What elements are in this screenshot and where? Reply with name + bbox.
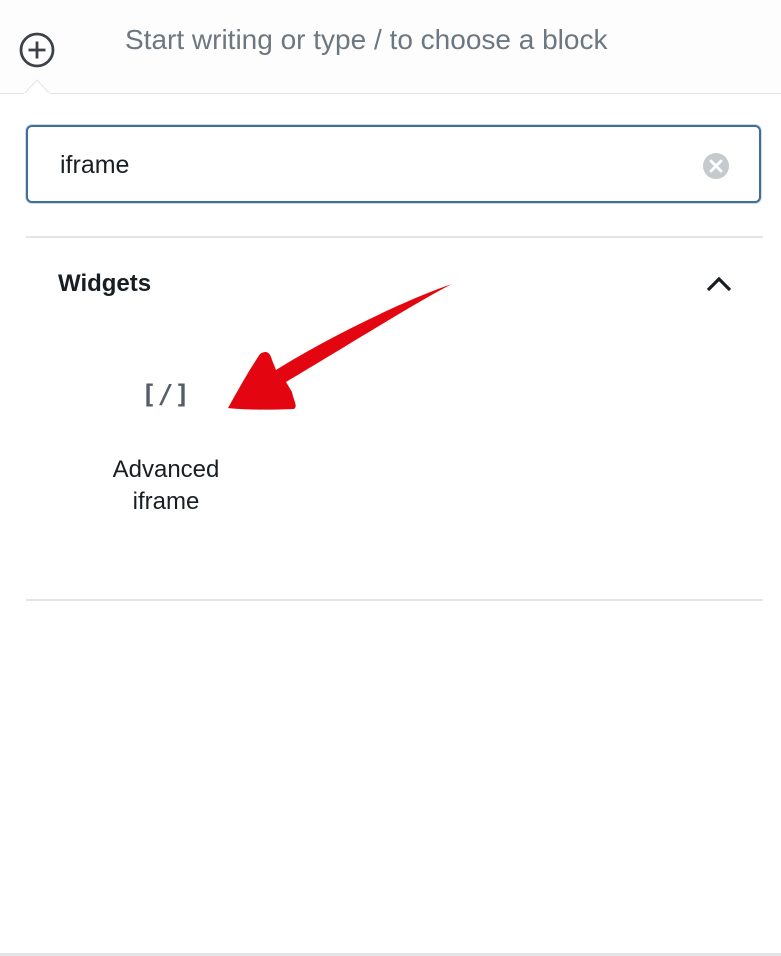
shortcode-icon: [/] (141, 380, 191, 410)
panel-top-divider (26, 236, 763, 238)
chevron-up-icon[interactable] (700, 268, 738, 300)
block-item-label: Advanced iframe (90, 454, 242, 518)
popover-caret (24, 79, 50, 94)
add-block-icon[interactable] (18, 31, 56, 69)
block-search-input[interactable] (60, 145, 680, 185)
panel-bottom-divider (26, 599, 763, 601)
clear-search-icon[interactable] (702, 152, 730, 180)
block-item-label-line1: Advanced (112, 456, 220, 483)
block-search-box (26, 125, 761, 203)
block-item-label-line2: iframe (132, 488, 200, 515)
editor-placeholder[interactable]: Start writing or type / to choose a bloc… (125, 20, 607, 60)
block-item-advanced-iframe[interactable]: [/] Advanced iframe (90, 360, 242, 530)
annotation-arrow-icon (228, 284, 452, 410)
editor-topbar: Start writing or type / to choose a bloc… (0, 0, 781, 94)
panel-title[interactable]: Widgets (58, 268, 151, 300)
